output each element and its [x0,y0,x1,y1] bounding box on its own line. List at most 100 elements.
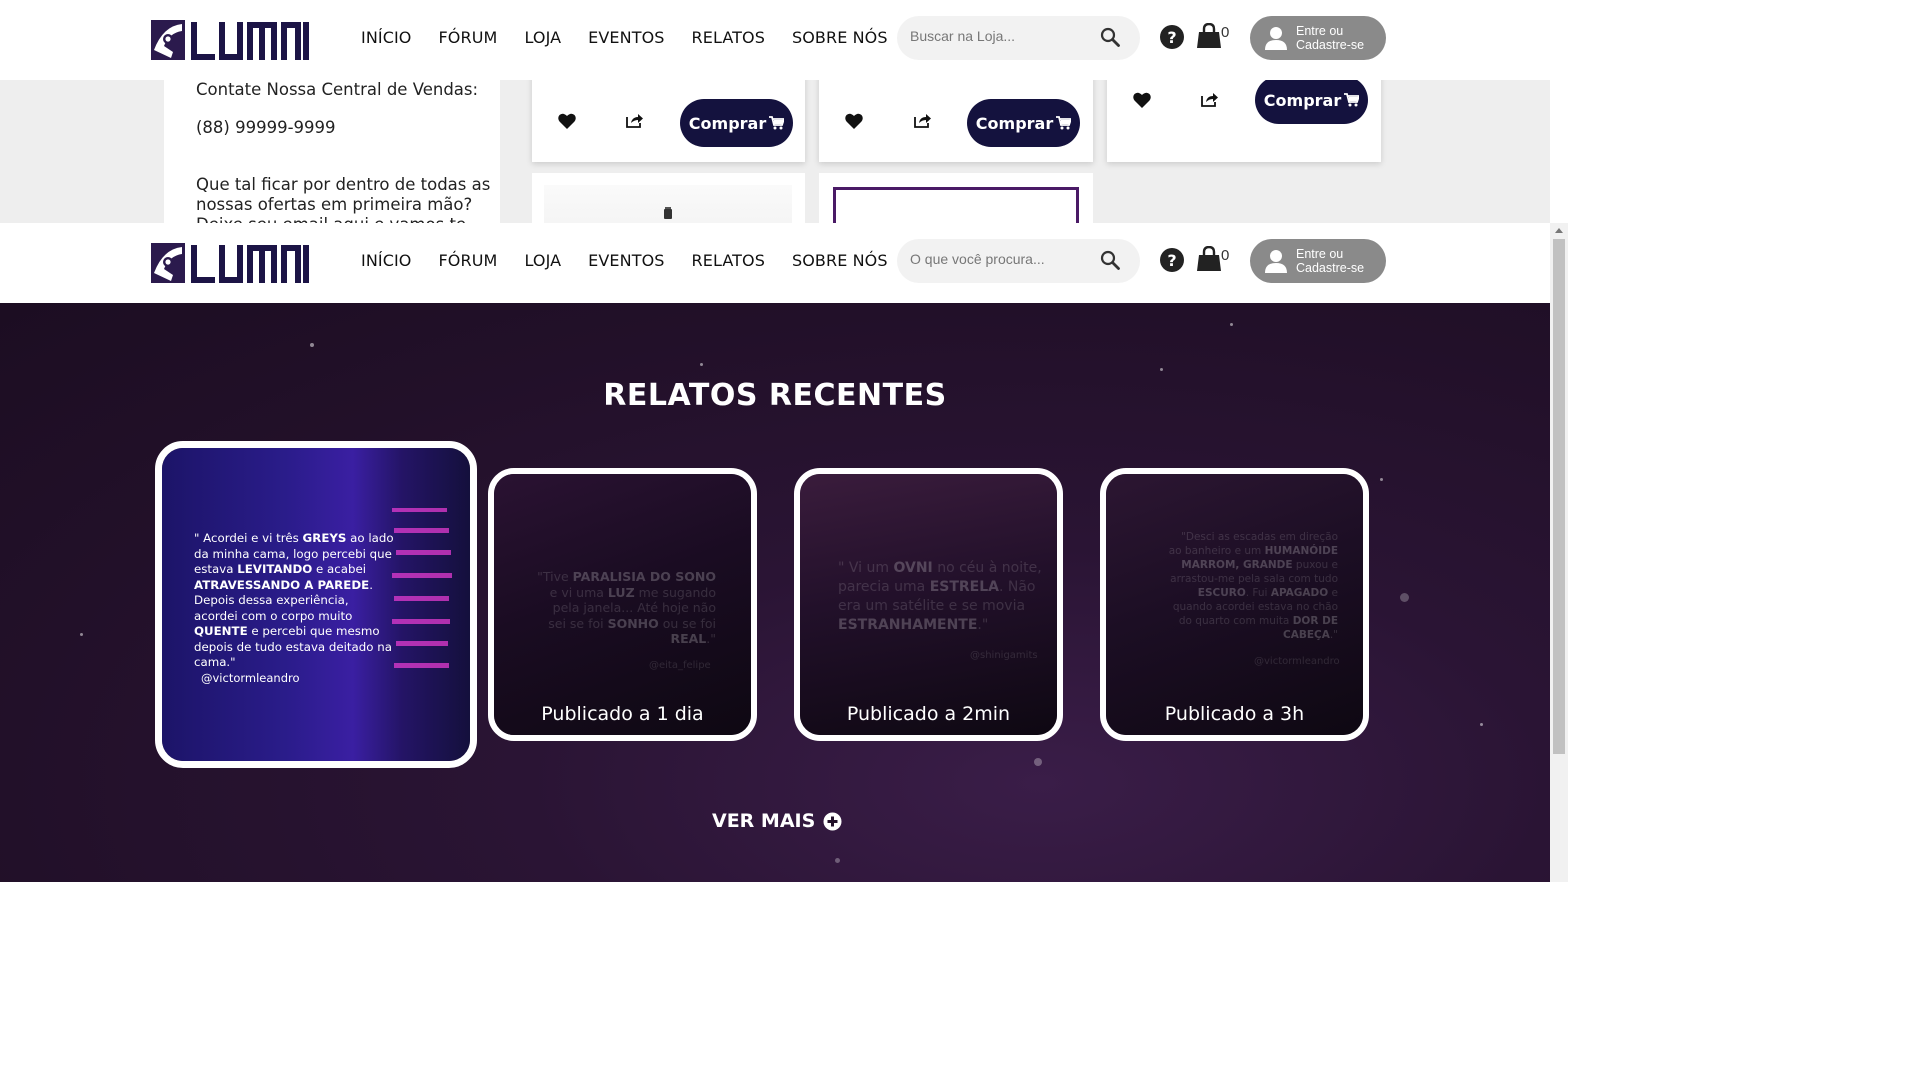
main-navbar: INÍCIO FÓRUM LOJA EVENTOS RELATOS SOBRE … [0,223,1550,303]
share-icon[interactable] [625,112,643,128]
search-icon[interactable] [1100,250,1120,270]
help-icon[interactable]: ? [1160,248,1184,272]
share-icon[interactable] [1200,91,1218,107]
store-search-box [897,16,1140,60]
ver-mais-label: VER MAIS [712,810,816,832]
nav-relatos[interactable]: RELATOS [692,28,765,47]
cart-count: 0 [1221,24,1230,41]
relato-quote: "Tive PARALISIA DO SONO e vi uma LUZ me … [537,569,716,646]
relato-quote: " Acordei e vi três GREYS ao lado da min… [194,531,394,669]
buy-button[interactable]: Comprar [1255,80,1368,124]
background-star [700,363,703,366]
shopping-bag-icon[interactable] [1197,23,1221,49]
background-star [1160,368,1163,371]
scroll-up-arrow-icon[interactable] [1555,228,1563,233]
login-label-line1: Entre ou [1296,24,1344,38]
product-card [819,173,1093,223]
user-icon [1265,250,1287,273]
scrollbar-thumb[interactable] [1553,239,1565,754]
relato-author: @eita_felipe [649,660,711,671]
cart-icon [769,116,785,130]
promo-line-1: Que tal ficar por dentro de todas as [196,175,491,194]
store-search-input[interactable] [910,28,1095,44]
nav-relatos[interactable]: RELATOS [692,251,765,270]
contact-card: Contate Nossa Central de Vendas: (88) 99… [164,80,500,223]
lumni-logo[interactable] [151,20,309,60]
help-icon[interactable]: ? [1160,25,1184,49]
relato-card[interactable]: " Vi um OVNI no céu à noite, parecia uma… [794,468,1063,741]
relato-quote: "Desci as escadas em direção ao banheiro… [1168,531,1338,641]
login-signup-button[interactable]: Entre ou Cadastre-se [1250,239,1386,283]
scrollbar[interactable] [1550,223,1568,882]
background-star [1230,323,1233,326]
nav-forum[interactable]: FÓRUM [439,251,498,270]
user-icon [1265,27,1287,50]
buy-label: Comprar [1263,90,1342,110]
relato-published: Publicado a 1 dia [541,703,704,725]
product-image-frame [833,187,1079,223]
buy-button[interactable]: Comprar [967,99,1080,147]
nav-inicio[interactable]: INÍCIO [361,251,412,270]
buy-button[interactable]: Comprar [680,99,793,147]
background-star [1400,593,1409,602]
background-star [310,343,314,347]
relato-published: Publicado a 2min [846,703,1011,725]
promo-line-2: nossas ofertas em primeira mão? [196,195,473,214]
svg-text:?: ? [1167,251,1176,270]
scroll-gap [1550,0,1568,223]
relato-author: @victormleandro [201,671,300,685]
login-label-line1: Entre ou [1296,247,1344,261]
background-star [1480,723,1483,726]
main-nav: INÍCIO FÓRUM LOJA EVENTOS RELATOS SOBRE … [361,251,915,270]
svg-text:?: ? [1167,28,1176,47]
share-icon[interactable] [913,112,931,128]
relato-author: @shinigamits [970,650,1038,661]
login-label-line2: Cadastre-se [1296,261,1365,275]
product-card [532,173,805,223]
nav-loja[interactable]: LOJA [524,251,561,270]
relatos-section: RELATOS RECENTES " Acordei e vi três GRE… [0,303,1550,882]
site-search-box [897,239,1140,283]
nav-sobre-nos[interactable]: SOBRE NÓS [792,28,888,47]
buy-label: Comprar [975,113,1054,133]
relato-card-featured[interactable]: " Acordei e vi três GREYS ao lado da min… [155,441,477,768]
nav-loja[interactable]: LOJA [524,28,561,47]
nav-inicio[interactable]: INÍCIO [361,28,412,47]
buy-label: Comprar [688,113,767,133]
lumni-logo[interactable] [151,243,309,283]
product-card: Comprar [532,80,805,162]
nav-forum[interactable]: FÓRUM [439,28,498,47]
heart-icon[interactable] [845,113,863,129]
login-label-line2: Cadastre-se [1296,38,1365,52]
relato-card[interactable]: "Desci as escadas em direção ao banheiro… [1100,468,1369,741]
product-card: Comprar [1107,80,1381,162]
store-content-strip: Contate Nossa Central de Vendas: (88) 99… [0,80,1550,223]
heart-icon[interactable] [558,113,576,129]
heart-icon[interactable] [1133,92,1151,108]
main-nav: INÍCIO FÓRUM LOJA EVENTOS RELATOS SOBRE … [361,28,915,47]
relato-author: @victormleandro [1254,656,1340,667]
promo-line-3: Deixe seu email aqui e vamos te avisar:) [196,215,500,223]
cart-icon [1056,116,1072,130]
section-title: RELATOS RECENTES [603,378,947,413]
background-star [1034,758,1042,766]
background-star [1380,478,1383,481]
ver-mais-button[interactable]: VER MAIS [712,810,842,832]
background-star [80,633,83,636]
nav-eventos[interactable]: EVENTOS [588,28,664,47]
relato-card[interactable]: "Tive PARALISIA DO SONO e vi uma LUZ me … [488,468,757,741]
product-card: Comprar [819,80,1093,162]
page: INÍCIO FÓRUM LOJA EVENTOS RELATOS SOBRE … [0,0,1568,882]
site-search-input[interactable] [910,251,1095,267]
contact-title: Contate Nossa Central de Vendas: [196,80,479,99]
search-icon[interactable] [1100,27,1120,47]
login-signup-button[interactable]: Entre ou Cadastre-se [1250,16,1386,60]
nav-sobre-nos[interactable]: SOBRE NÓS [792,251,888,270]
shopping-bag-icon[interactable] [1197,246,1221,272]
cart-count: 0 [1221,247,1230,264]
top-navbar: INÍCIO FÓRUM LOJA EVENTOS RELATOS SOBRE … [0,0,1550,80]
plus-circle-icon [823,812,842,830]
cart-icon [1344,93,1360,107]
background-star [835,858,840,863]
nav-eventos[interactable]: EVENTOS [588,251,664,270]
